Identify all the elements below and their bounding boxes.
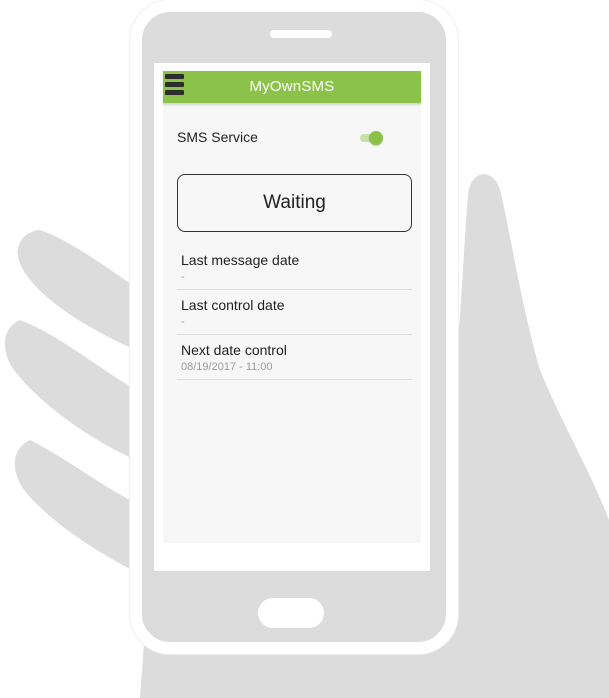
phone-screen: MyOwnSMS SMS Service Waiting Last messag… (154, 63, 430, 571)
sms-service-label: SMS Service (177, 129, 258, 145)
sms-service-row: SMS Service (177, 129, 407, 149)
info-item-last-control: Last control date - (177, 290, 412, 335)
sms-service-toggle[interactable] (360, 131, 383, 145)
info-value: - (181, 271, 185, 283)
phone-home-button[interactable] (258, 598, 324, 628)
info-title: Next date control (181, 342, 287, 358)
info-value: - (181, 316, 185, 328)
menu-line (165, 90, 184, 95)
menu-line (165, 74, 184, 79)
menu-line (165, 82, 184, 87)
app-view: MyOwnSMS SMS Service Waiting Last messag… (163, 71, 421, 543)
info-value: 08/19/2017 - 11:00 (181, 361, 273, 373)
hamburger-menu-icon[interactable] (165, 74, 185, 100)
info-title: Last control date (181, 297, 285, 313)
info-title: Last message date (181, 252, 300, 268)
status-box: Waiting (177, 174, 412, 232)
info-list: Last message date - Last control date - … (177, 245, 412, 380)
app-title: MyOwnSMS (249, 78, 335, 95)
phone-speaker (270, 30, 332, 38)
toggle-knob (369, 131, 383, 145)
app-bar: MyOwnSMS (163, 71, 421, 103)
info-item-next-control: Next date control 08/19/2017 - 11:00 (177, 335, 412, 380)
info-item-last-message: Last message date - (177, 245, 412, 290)
